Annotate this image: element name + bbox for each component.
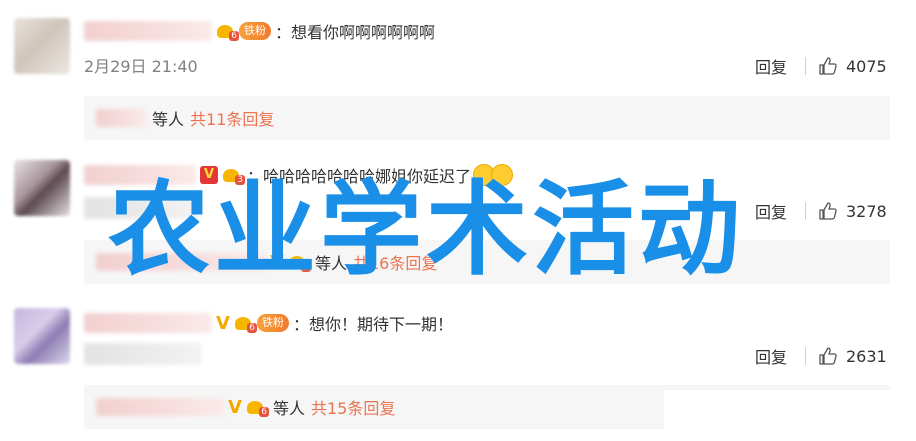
fan-badge: 铁粉 bbox=[239, 22, 271, 40]
timestamp: 2月29日 21:40 bbox=[84, 57, 198, 76]
reply-button[interactable]: 回复 bbox=[755, 199, 787, 223]
reply-user-redacted bbox=[96, 398, 224, 416]
reply-button[interactable]: 回复 bbox=[755, 344, 787, 368]
crown-icon: 6 bbox=[245, 398, 269, 417]
avatar[interactable] bbox=[14, 160, 70, 216]
like-count: 4075 bbox=[846, 56, 887, 76]
comment-header: 6 铁粉 ： 想看你啊啊啊啊啊啊 bbox=[84, 18, 435, 44]
replies-summary[interactable]: 等人 共11条回复 bbox=[84, 96, 890, 140]
reply-user-redacted bbox=[96, 109, 146, 127]
crown-icon: 6 bbox=[215, 22, 239, 41]
like-count: 2631 bbox=[846, 346, 887, 366]
replies-summary[interactable]: V 6 等人 共16条回复 bbox=[84, 240, 890, 284]
v-badge-icon: V bbox=[228, 396, 242, 418]
blank-overlay bbox=[664, 390, 916, 441]
avatar[interactable] bbox=[14, 308, 70, 364]
divider bbox=[805, 57, 806, 75]
comment-actions: 回复 4075 bbox=[755, 54, 888, 78]
comment-actions: 回复 2631 bbox=[755, 344, 888, 368]
reply-user-redacted bbox=[96, 253, 266, 271]
avatar[interactable] bbox=[14, 18, 70, 74]
thumbs-up-icon[interactable] bbox=[818, 346, 838, 366]
like-count: 3278 bbox=[846, 201, 887, 221]
timestamp-redacted bbox=[84, 197, 202, 219]
timestamp-redacted bbox=[84, 343, 202, 365]
fan-badge: 铁粉 bbox=[256, 314, 289, 332]
comment-actions: 回复 3278 bbox=[755, 199, 888, 223]
replies-count-link[interactable]: 共11条回复 bbox=[190, 106, 274, 130]
divider bbox=[805, 347, 806, 365]
crown-icon: 6 bbox=[233, 314, 257, 333]
reply-button[interactable]: 回复 bbox=[755, 54, 787, 78]
laugh-emoji-icon bbox=[491, 164, 514, 186]
comment-header: V 3 ： 哈哈哈哈哈哈哈娜姐你延迟了 bbox=[84, 162, 514, 188]
divider bbox=[805, 202, 806, 220]
username-redacted[interactable] bbox=[84, 165, 196, 185]
thumbs-up-icon[interactable] bbox=[818, 56, 838, 76]
username-redacted[interactable] bbox=[84, 313, 212, 333]
comment-text: 哈哈哈哈哈哈哈娜姐你延迟了 bbox=[263, 167, 472, 186]
v-badge-icon: V bbox=[270, 251, 284, 273]
comment-text: 想看你啊啊啊啊啊啊 bbox=[291, 23, 436, 42]
thumbs-up-icon[interactable] bbox=[818, 201, 838, 221]
username-redacted[interactable] bbox=[84, 21, 212, 41]
v-badge-icon: V bbox=[216, 312, 230, 334]
v-badge-icon: V bbox=[200, 166, 218, 184]
crown-icon: 6 bbox=[287, 253, 311, 272]
comment-text: 想你！期待下一期！ bbox=[308, 315, 453, 334]
replies-count-link[interactable]: 共16条回复 bbox=[353, 250, 437, 274]
crown-icon: 3 bbox=[221, 166, 245, 185]
replies-count-link[interactable]: 共15条回复 bbox=[311, 395, 395, 419]
comment-header: V 6 铁粉 ： 想你！期待下一期！ bbox=[84, 310, 453, 336]
